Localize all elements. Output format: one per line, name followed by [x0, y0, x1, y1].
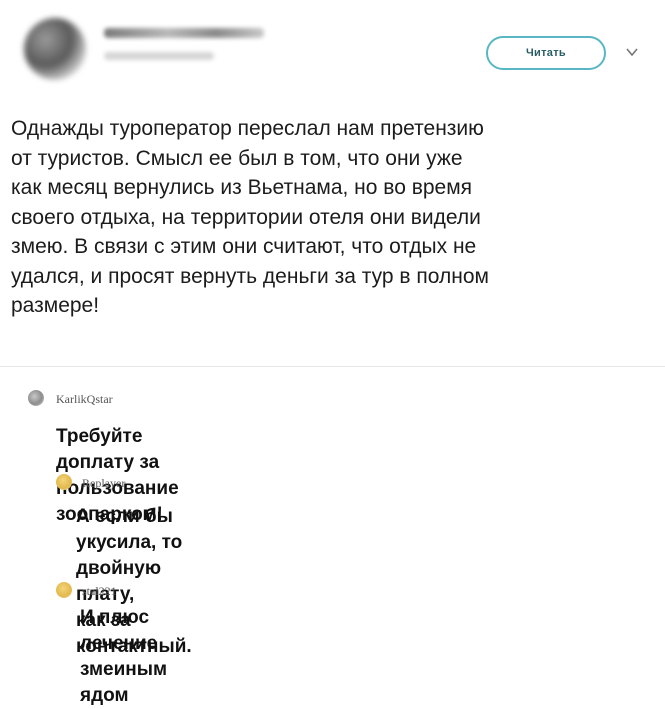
- author-avatar-blurred[interactable]: [24, 18, 86, 80]
- comment-avatar[interactable]: [56, 582, 72, 598]
- post-header: Читать: [0, 0, 665, 100]
- author-subtitle-blurred: [104, 52, 214, 60]
- follow-button[interactable]: Читать: [486, 36, 606, 70]
- comment-username[interactable]: stal221: [82, 584, 117, 599]
- author-name-blurred[interactable]: [104, 28, 264, 38]
- comment-avatar[interactable]: [28, 390, 44, 406]
- chevron-down-icon[interactable]: [624, 44, 640, 60]
- comment-avatar[interactable]: [56, 474, 72, 490]
- comment-text: И плюс лечение змеиным ядом: [80, 607, 168, 706]
- comment-username[interactable]: KarlikQstar: [56, 392, 113, 407]
- comments-divider: [0, 366, 665, 367]
- post-body-text: Однажды туроператор переслал нам претенз…: [11, 117, 489, 317]
- comment-username[interactable]: Replayer: [82, 476, 125, 491]
